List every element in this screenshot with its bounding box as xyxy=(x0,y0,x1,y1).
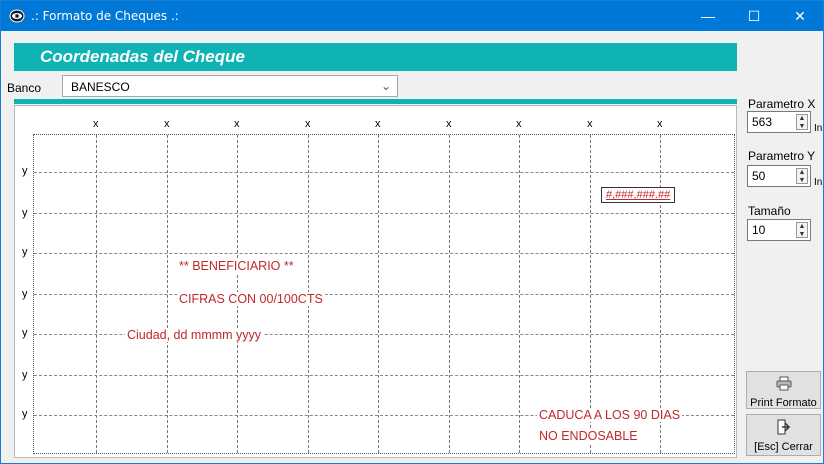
amount-field[interactable]: #,###,###.## xyxy=(601,187,676,203)
page-title: Coordenadas del Cheque xyxy=(40,47,245,66)
spinner-arrows-icon[interactable]: ▲ ▼ xyxy=(796,222,808,238)
chevron-down-icon[interactable]: ⌄ xyxy=(381,79,391,93)
x-axis-marker: x xyxy=(516,118,522,130)
x-axis-marker: x xyxy=(305,118,311,130)
size-value: 10 xyxy=(752,223,766,237)
close-window-button[interactable]: ✕ xyxy=(777,1,823,31)
grid-hline xyxy=(34,294,734,295)
x-axis-marker: x xyxy=(164,118,170,130)
header-band: Coordenadas del Cheque xyxy=(14,43,737,71)
non-endorsable-field[interactable]: NO ENDOSABLE xyxy=(537,429,640,443)
y-axis-marker: y xyxy=(22,246,28,258)
param-y-input[interactable]: 50 ▲ ▼ xyxy=(747,165,811,187)
grid-hline xyxy=(34,172,734,173)
banco-selected-value: BANESCO xyxy=(71,80,130,94)
x-axis-marker: x xyxy=(657,118,663,130)
y-axis-marker: y xyxy=(22,165,28,177)
y-axis-marker: y xyxy=(22,369,28,381)
close-label: [Esc] Cerrar xyxy=(754,441,813,453)
x-axis-marker: x xyxy=(446,118,452,130)
size-input[interactable]: 10 ▲ ▼ xyxy=(747,219,811,241)
banco-label: Banco xyxy=(7,81,42,95)
x-axis-marker: x xyxy=(234,118,240,130)
param-x-value: 563 xyxy=(752,115,773,129)
grid-hline xyxy=(34,253,734,254)
size-label: Tamaño xyxy=(748,204,791,218)
title-bar[interactable]: .: Formato de Cheques .: — ☐ ✕ xyxy=(1,1,823,31)
maximize-button[interactable]: ☐ xyxy=(731,1,777,31)
x-axis-marker: x xyxy=(375,118,381,130)
param-x-input[interactable]: 563 ▲ ▼ xyxy=(747,111,811,133)
y-axis-marker: y xyxy=(22,288,28,300)
y-axis-marker: y xyxy=(22,327,28,339)
exit-door-icon xyxy=(747,419,820,439)
spinner-arrows-icon[interactable]: ▲ ▼ xyxy=(796,114,808,130)
banco-select[interactable]: BANESCO ⌄ xyxy=(62,75,398,97)
y-axis-marker: y xyxy=(22,408,28,420)
teal-divider xyxy=(14,99,737,104)
printer-icon xyxy=(747,376,820,395)
param-y-unit: In xyxy=(814,177,823,188)
city-date-field[interactable]: Ciudad, dd mmmm yyyy xyxy=(125,328,264,342)
param-y-value: 50 xyxy=(752,169,766,183)
expiry-field[interactable]: CADUCA A LOS 90 DIAS xyxy=(537,408,683,422)
print-format-button[interactable]: Print Formato xyxy=(746,371,821,409)
param-x-label: Parametro X xyxy=(748,97,816,111)
spinner-arrows-icon[interactable]: ▲ ▼ xyxy=(796,168,808,184)
amount-words-field[interactable]: CIFRAS CON 00/100CTS xyxy=(177,292,325,306)
grid-hline xyxy=(34,213,734,214)
close-button[interactable]: [Esc] Cerrar xyxy=(746,414,821,456)
y-axis-marker: y xyxy=(22,207,28,219)
param-y-label: Parametro Y xyxy=(748,149,816,163)
minimize-button[interactable]: — xyxy=(685,1,731,31)
grid-area[interactable]: #,###,###.## ** BENEFICIARIO ** CIFRAS C… xyxy=(33,134,735,454)
window-title: .: Formato de Cheques .: xyxy=(31,9,179,23)
x-axis-marker: x xyxy=(587,118,593,130)
print-format-label: Print Formato xyxy=(750,397,817,409)
eye-icon xyxy=(9,8,25,24)
app-window: .: Formato de Cheques .: — ☐ ✕ Coordenad… xyxy=(0,0,824,464)
beneficiary-field[interactable]: ** BENEFICIARIO ** xyxy=(177,259,296,273)
grid-hline xyxy=(34,375,734,376)
param-x-unit: In xyxy=(814,123,823,134)
x-axis-marker: x xyxy=(93,118,99,130)
check-layout-canvas[interactable]: x x x x x x x x x y y y y y y y #,###,##… xyxy=(14,105,737,458)
